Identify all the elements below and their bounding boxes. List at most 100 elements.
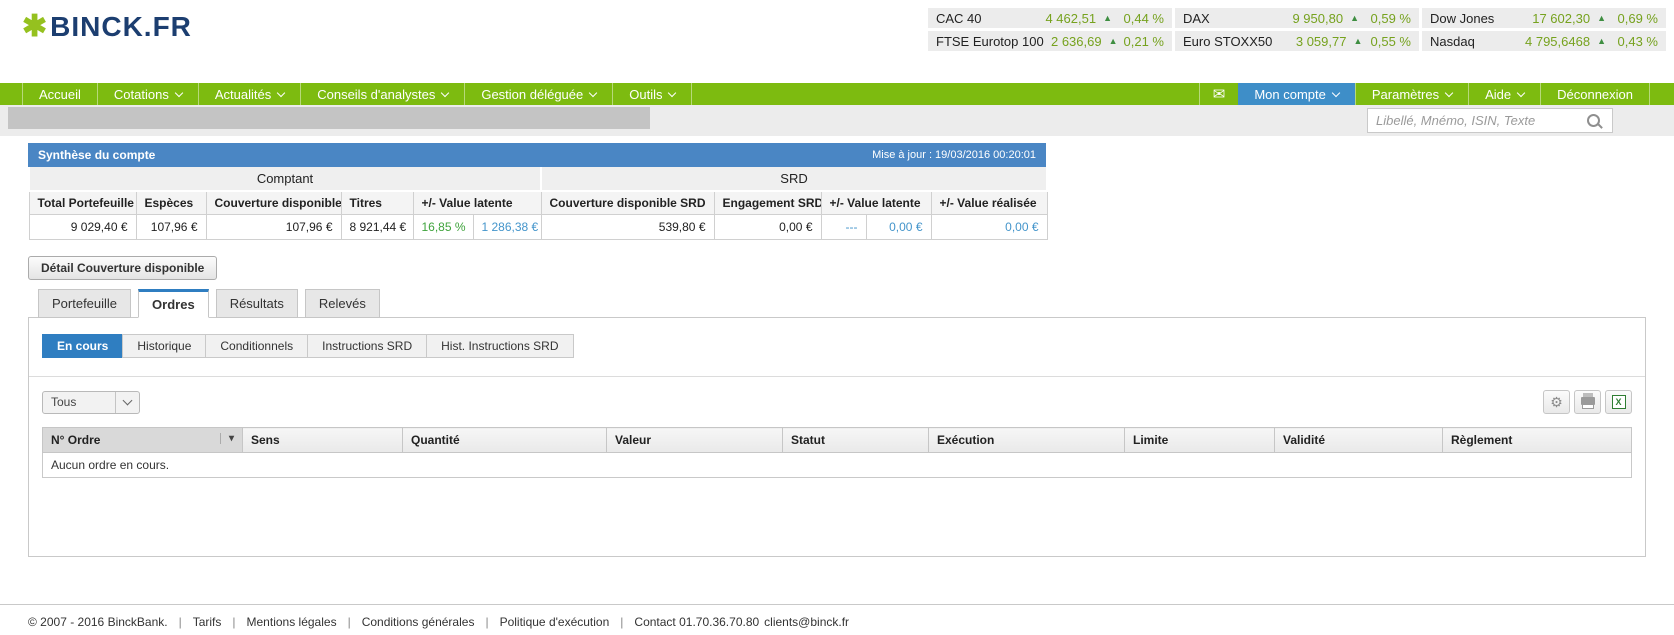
value-engagement-srd: 0,00 € — [713, 214, 822, 240]
tab-releves[interactable]: Relevés — [304, 289, 380, 318]
binck-logo[interactable]: ✱ BINCK.FR — [22, 12, 192, 42]
value-especes: 107,96 € — [135, 214, 207, 240]
footer-link-tarifs[interactable]: Tarifs — [193, 615, 222, 629]
nav-label: Conseils d'analystes — [317, 86, 436, 102]
messages-button[interactable]: ✉ — [1198, 83, 1239, 105]
summary-updated-timestamp: Mise à jour : 19/03/2016 00:20:01 — [872, 149, 1036, 161]
index-value: 9 950,80 — [1292, 10, 1344, 26]
orders-col-valeur[interactable]: Valeur — [606, 427, 783, 453]
value-titres: 8 921,44 € — [340, 214, 414, 240]
orders-col-reglement[interactable]: Règlement — [1442, 427, 1632, 453]
orders-col-quantite[interactable]: Quantité — [402, 427, 607, 453]
settings-button[interactable]: ⚙ — [1543, 390, 1570, 414]
col-value-latente: +/- Value latente — [412, 190, 542, 215]
account-summary-section: Synthèse du compte Mise à jour : 19/03/2… — [28, 143, 1049, 240]
subtab-en-cours[interactable]: En cours — [42, 334, 124, 358]
orders-col-numero[interactable]: ▾ N° Ordre — [42, 427, 243, 453]
footer-separator: | — [620, 615, 624, 629]
summary-values-row: 9 029,40 € 107,96 € 107,96 € 8 921,44 € … — [28, 214, 1048, 240]
footer-link-politique-execution[interactable]: Politique d'exécution — [500, 615, 610, 629]
col-engagement-srd: Engagement SRD — [713, 190, 822, 215]
tab-portefeuille[interactable]: Portefeuille — [38, 289, 132, 318]
nav-item-deconnexion[interactable]: Déconnexion — [1540, 83, 1650, 105]
summary-title-bar: Synthèse du compte Mise à jour : 19/03/2… — [28, 143, 1046, 167]
chevron-down-icon — [276, 88, 286, 97]
index-quote-nasdaq: Nasdaq 4 795,6468 ▲ 0,43 % — [1422, 31, 1666, 51]
footer-link-conditions-generales[interactable]: Conditions générales — [362, 615, 475, 629]
nav-label: Paramètres — [1371, 86, 1440, 102]
subtab-instructions-srd[interactable]: Instructions SRD — [307, 334, 428, 358]
tab-resultats[interactable]: Résultats — [215, 289, 298, 318]
tab-ordres[interactable]: Ordres — [138, 289, 209, 318]
subtab-conditionnels[interactable]: Conditionnels — [205, 334, 309, 358]
main-nav-left: Accueil Cotations Actualités Conseils d'… — [22, 83, 693, 105]
nav-item-cotations[interactable]: Cotations — [96, 83, 198, 105]
footer-link-mentions-legales[interactable]: Mentions légales — [247, 615, 337, 629]
excel-export-button[interactable]: X — [1605, 390, 1632, 414]
col-couverture-disponible: Couverture disponible — [205, 190, 342, 215]
col-titres: Titres — [340, 190, 414, 215]
gear-icon: ⚙ — [1550, 394, 1563, 410]
footer-separator: | — [485, 615, 489, 629]
print-button[interactable] — [1574, 390, 1601, 414]
up-arrow-icon: ▲ — [1353, 36, 1363, 46]
index-name: Euro STOXX50 — [1183, 33, 1273, 49]
subtab-historique[interactable]: Historique — [122, 334, 207, 358]
chevron-down-icon — [1444, 88, 1454, 97]
nav-label: Cotations — [113, 86, 169, 102]
value-latente-eur: 1 286,38 € — [472, 214, 542, 240]
nav-item-gestion-deleguee[interactable]: Gestion déléguée — [464, 83, 612, 105]
nav-item-accueil[interactable]: Accueil — [22, 83, 97, 105]
index-quote-dow-jones: Dow Jones 17 602,30 ▲ 0,69 % — [1422, 8, 1666, 28]
summary-title: Synthèse du compte — [38, 148, 156, 162]
index-value: 4 795,6468 — [1525, 33, 1591, 49]
orders-col-limite[interactable]: Limite — [1124, 427, 1275, 453]
nav-item-mon-compte[interactable]: Mon compte — [1238, 80, 1355, 108]
envelope-icon: ✉ — [1212, 86, 1226, 103]
orders-filter-select[interactable]: Tous — [42, 390, 140, 414]
value-realisee: 0,00 € — [930, 214, 1048, 240]
main-tabs: Portefeuille Ordres Résultats Relevés — [38, 289, 1674, 318]
orders-table: ▾ N° Ordre Sens Quantité Valeur Statut E… — [42, 427, 1632, 478]
orders-col-sens[interactable]: Sens — [242, 427, 403, 453]
value-latente-srd-eur: 0,00 € — [865, 214, 932, 240]
detail-couverture-button[interactable]: Détail Couverture disponible — [28, 256, 218, 280]
binck-logo-text: BINCK.FR — [50, 11, 192, 42]
footer-contact-email[interactable]: clients@binck.fr — [764, 615, 849, 629]
up-arrow-icon: ▲ — [1350, 13, 1359, 23]
main-nav: Accueil Cotations Actualités Conseils d'… — [0, 80, 1674, 108]
value-couverture-srd: 539,80 € — [540, 214, 715, 240]
printer-icon — [1580, 393, 1595, 409]
nav-item-actualites[interactable]: Actualités — [197, 83, 300, 105]
chevron-down-icon — [1331, 88, 1341, 97]
orders-col-execution[interactable]: Exécution — [928, 427, 1125, 453]
search-icon[interactable] — [1587, 114, 1600, 127]
nav-item-outils[interactable]: Outils — [612, 83, 693, 105]
binck-asterisk-icon: ✱ — [22, 10, 48, 43]
sort-arrow-icon[interactable]: ▾ — [219, 433, 234, 444]
chevron-down-icon — [1516, 88, 1526, 97]
orders-col-label: N° Ordre — [51, 433, 101, 447]
orders-subtabs: En cours Historique Conditionnels Instru… — [42, 334, 1645, 358]
footer-contact-text: Contact 01.70.36.70.80 — [634, 615, 760, 629]
select-dropdown-button[interactable] — [115, 391, 139, 413]
search-input[interactable] — [1368, 113, 1587, 128]
index-name: Dow Jones — [1430, 10, 1495, 26]
orders-col-statut[interactable]: Statut — [782, 427, 929, 453]
orders-filter-value: Tous — [51, 395, 77, 409]
nav-item-aide[interactable]: Aide — [1468, 83, 1540, 105]
group-comptant: Comptant — [28, 167, 542, 192]
submenu-placeholder-bar — [8, 107, 650, 129]
nav-item-conseils-analystes[interactable]: Conseils d'analystes — [300, 83, 464, 105]
index-value: 3 059,77 — [1295, 33, 1347, 49]
index-value: 17 602,30 — [1532, 10, 1591, 26]
nav-item-parametres[interactable]: Paramètres — [1354, 83, 1468, 105]
index-value: 2 636,69 — [1050, 33, 1102, 49]
chevron-down-icon — [122, 395, 133, 406]
col-value-latente-srd: +/- Value latente — [820, 190, 932, 215]
value-total-portefeuille: 9 029,40 € — [28, 214, 137, 240]
subtab-hist-instructions-srd[interactable]: Hist. Instructions SRD — [426, 334, 574, 358]
index-change: 0,44 % — [1123, 10, 1164, 26]
index-name: Nasdaq — [1430, 33, 1475, 49]
orders-col-validite[interactable]: Validité — [1274, 427, 1443, 453]
